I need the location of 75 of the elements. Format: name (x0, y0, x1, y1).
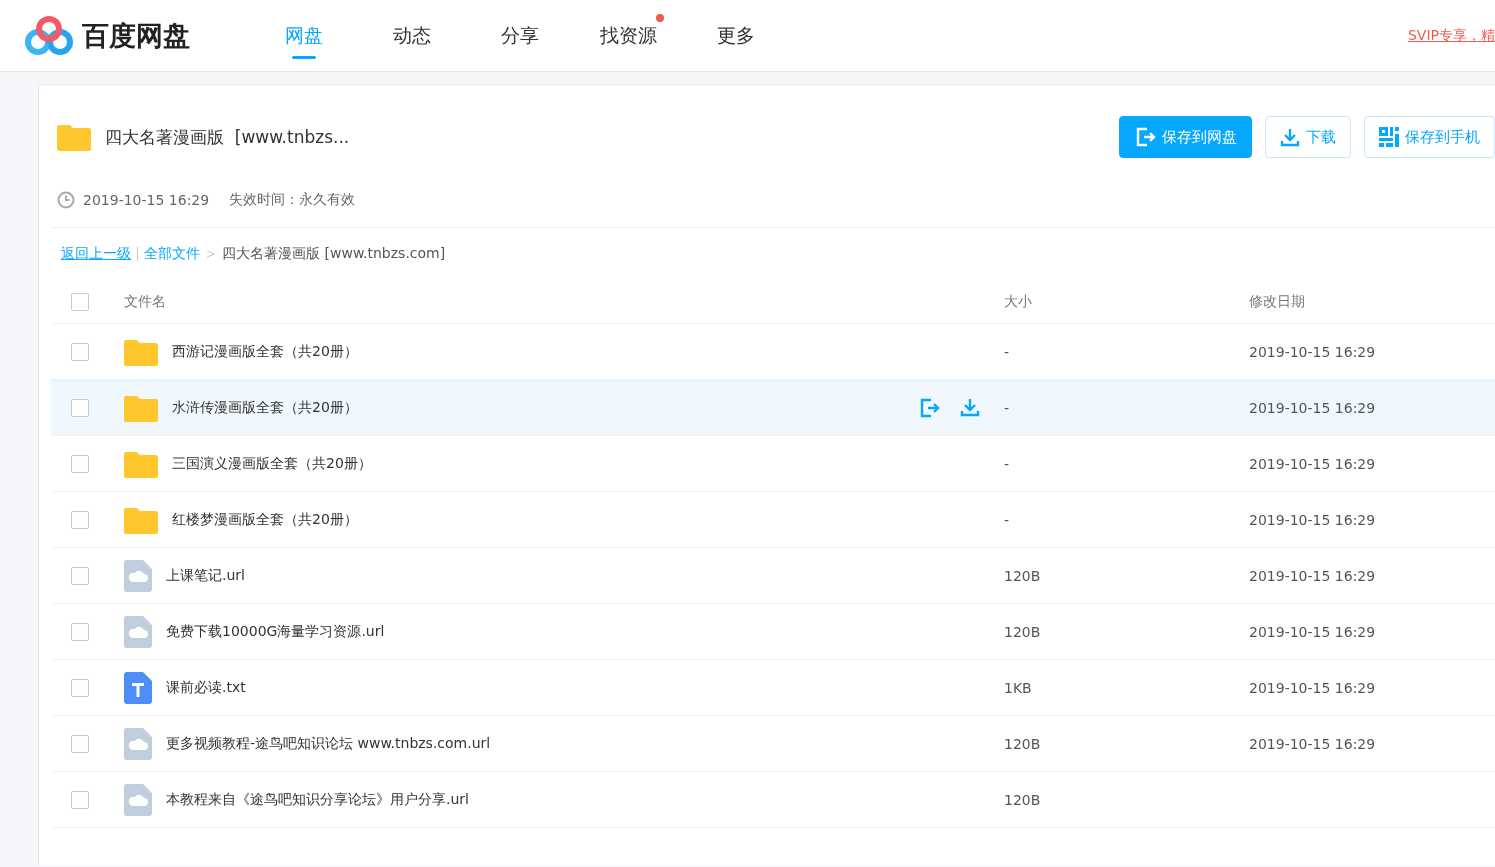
breadcrumb-separator: > (206, 247, 217, 261)
file-name[interactable]: 本教程来自《途鸟吧知识分享论坛》用户分享.url (166, 790, 469, 809)
file-size: - (1004, 400, 1011, 416)
file-row[interactable]: 上课笔记.url 120B 2019-10-15 16:29 (51, 548, 1495, 604)
row-checkbox[interactable] (71, 454, 89, 473)
file-row[interactable]: 更多视频教程-途鸟吧知识论坛 www.tnbzs.com.url 120B 2019-10-15 16:29 (51, 716, 1495, 772)
folder-icon (124, 394, 158, 422)
modified-date: 2019-10-15 16:29 (1249, 735, 1377, 752)
share-time: 2019-10-15 16:29 (83, 192, 210, 208)
file-name[interactable]: 上课笔记.url (166, 566, 245, 585)
logo-text: 百度网盘 (82, 18, 190, 53)
row-checkbox[interactable] (71, 734, 89, 753)
row-checkbox[interactable] (71, 399, 89, 417)
save-icon (1134, 126, 1156, 148)
column-header: 文件名 (124, 292, 167, 311)
download-icon[interactable] (960, 397, 980, 417)
divider-line (137, 247, 138, 261)
modified-date: 2019-10-15 16:29 (1249, 455, 1377, 472)
file-row[interactable]: 红楼梦漫画版全套（共20册） - 2019-10-15 16:29 (51, 492, 1495, 548)
nav-tab[interactable]: 更多 (682, 0, 790, 71)
row-checkbox[interactable] (71, 342, 89, 361)
folder-icon (124, 449, 158, 478)
modified-date: 2019-10-15 16:29 (1249, 511, 1377, 528)
cloud-file-icon (124, 615, 152, 648)
file-name[interactable]: 水浒传漫画版全套（共20册） (172, 399, 358, 417)
row-checkbox[interactable] (71, 790, 89, 809)
expiry-text: 失效时间：永久有效 (229, 191, 356, 209)
file-size: 120B (1004, 623, 1042, 640)
modified-date: 2019-10-15 16:29 (1249, 343, 1377, 360)
file-size: - (1004, 511, 1011, 528)
qr-code-icon (1379, 127, 1399, 147)
cloud-file-icon (124, 559, 152, 592)
modified-date: 2019-10-15 16:29 (1249, 400, 1377, 416)
file-name[interactable]: 西游记漫画版全套（共20册） (172, 342, 358, 361)
modified-date: 2019-10-15 16:29 (1249, 567, 1377, 584)
save-icon[interactable] (918, 397, 940, 419)
cloud-file-icon (124, 783, 152, 816)
folder-icon (124, 505, 158, 534)
text-file-icon (124, 671, 152, 704)
current-folder: 四大名著漫画版 [www.tnbzs.com] (222, 245, 446, 263)
file-name[interactable]: 红楼梦漫画版全套（共20册） (172, 510, 358, 529)
file-row[interactable]: 水浒传漫画版全套（共20册） - 2019-10-15 16:29 (51, 380, 1495, 436)
clock-icon (57, 191, 75, 209)
file-size: 120B (1004, 567, 1042, 584)
nav-tab[interactable]: 分享 (466, 0, 574, 71)
file-size: - (1004, 343, 1011, 360)
download-icon (1280, 127, 1300, 147)
cloud-logo-icon (24, 15, 74, 56)
modified-date: 2019-10-15 16:29 (1249, 679, 1377, 696)
row-checkbox[interactable] (71, 510, 89, 529)
file-name[interactable]: 免费下载10000G海量学习资源.url (166, 622, 385, 641)
file-row[interactable]: 课前必读.txt 1KB 2019-10-15 16:29 (51, 660, 1495, 716)
row-checkbox[interactable] (71, 622, 89, 641)
file-row[interactable]: 本教程来自《途鸟吧知识分享论坛》用户分享.url 120B (51, 772, 1495, 828)
column-header: 修改日期 (1249, 292, 1306, 311)
nav-tab[interactable]: 找资源 (574, 0, 682, 71)
file-row[interactable]: 免费下载10000G海量学习资源.url 120B 2019-10-15 16:29 (51, 604, 1495, 660)
row-checkbox[interactable] (71, 678, 89, 697)
column-header: 大小 (1004, 292, 1033, 311)
modified-date: 2019-10-15 16:29 (1249, 623, 1377, 640)
file-name[interactable]: 更多视频教程-途鸟吧知识论坛 www.tnbzs.com.url (166, 734, 491, 753)
select-all-checkbox[interactable] (71, 292, 89, 311)
file-row[interactable]: 三国演义漫画版全套（共20册） - 2019-10-15 16:29 (51, 436, 1495, 492)
row-checkbox[interactable] (71, 566, 89, 585)
cloud-file-icon (124, 727, 152, 760)
file-name[interactable]: 课前必读.txt (166, 678, 246, 697)
file-size: 120B (1004, 791, 1042, 808)
file-size: 120B (1004, 735, 1042, 752)
folder-icon (124, 337, 158, 366)
file-name[interactable]: 三国演义漫画版全套（共20册） (172, 454, 372, 473)
file-size: 1KB (1004, 679, 1033, 696)
folder-icon (57, 123, 91, 151)
share-title: 四大名著漫画版 [www.tnbzs... (105, 125, 350, 149)
nav-tab[interactable]: 动态 (358, 0, 466, 71)
file-size: - (1004, 455, 1011, 472)
